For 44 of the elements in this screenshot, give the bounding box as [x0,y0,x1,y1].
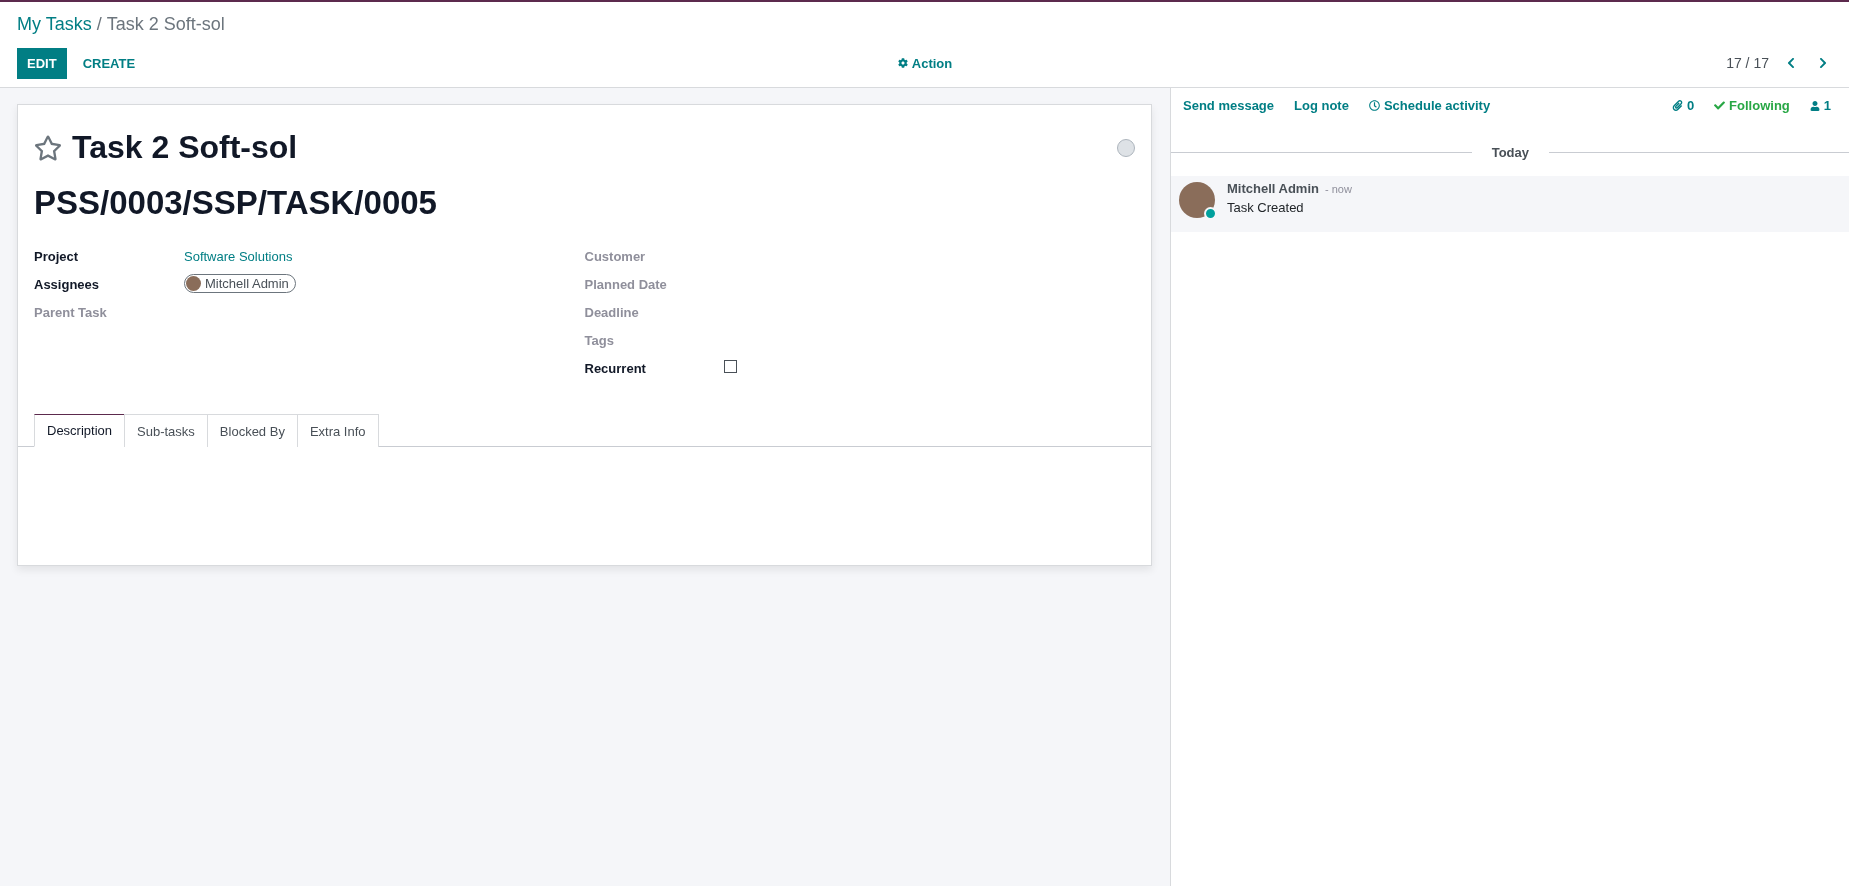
field-label: Deadline [584,304,639,320]
attachments-button[interactable]: 0 [1663,98,1703,113]
paperclip-icon [1671,100,1683,111]
form-tab[interactable]: Extra Info [296,414,379,447]
schedule-activity-button[interactable]: Schedule activity [1360,98,1499,113]
message-time: - now [1324,183,1352,195]
avatar-icon [186,276,201,291]
field-label: Tags [584,332,614,348]
followers-button[interactable]: 1 [1801,98,1839,113]
edit-button[interactable]: EDIT [17,47,67,79]
send-message-button[interactable]: Send message [1175,98,1283,113]
message-body: Task Created [1227,200,1305,215]
field-label: Planned Date [584,276,667,292]
pager-value: 17 / 17 [1726,55,1769,71]
task-title: Task 2 Soft-sol [72,129,299,166]
star-icon[interactable] [34,133,62,162]
clock-icon [1368,100,1380,111]
form-tab[interactable]: Description [34,414,126,447]
field-label: Customer [584,248,646,264]
project-link[interactable]: Software Solutions [184,249,293,264]
breadcrumb-link[interactable]: My Tasks [17,14,92,35]
chevron-left-icon [1785,57,1797,69]
recurrent-checkbox[interactable] [723,360,737,373]
field-label: Parent Task [34,304,107,320]
date-separator: Today [1491,145,1529,160]
check-icon [1714,100,1726,111]
field-label: Recurrent [584,360,646,376]
chevron-right-icon [1817,57,1829,69]
person-icon [1809,100,1820,111]
log-note-button[interactable]: Log note [1286,98,1357,113]
field-label: Assignees [34,276,100,292]
form-tab[interactable]: Blocked By [206,414,298,447]
breadcrumb-separator: / [96,14,102,35]
status-dot[interactable] [1117,138,1135,157]
gear-icon [897,58,908,68]
message-author: Mitchell Admin [1227,181,1319,196]
action-button[interactable]: Action [887,47,963,79]
breadcrumb-current: Task 2 Soft-sol [106,14,225,35]
create-button[interactable]: CREATE [72,47,146,79]
field-label: Project [34,248,79,264]
following-button[interactable]: Following [1706,98,1798,113]
author-avatar [1179,182,1215,218]
task-code: PSS/0003/SSP/TASK/0005 [34,184,438,222]
form-tab[interactable]: Sub-tasks [124,414,208,447]
